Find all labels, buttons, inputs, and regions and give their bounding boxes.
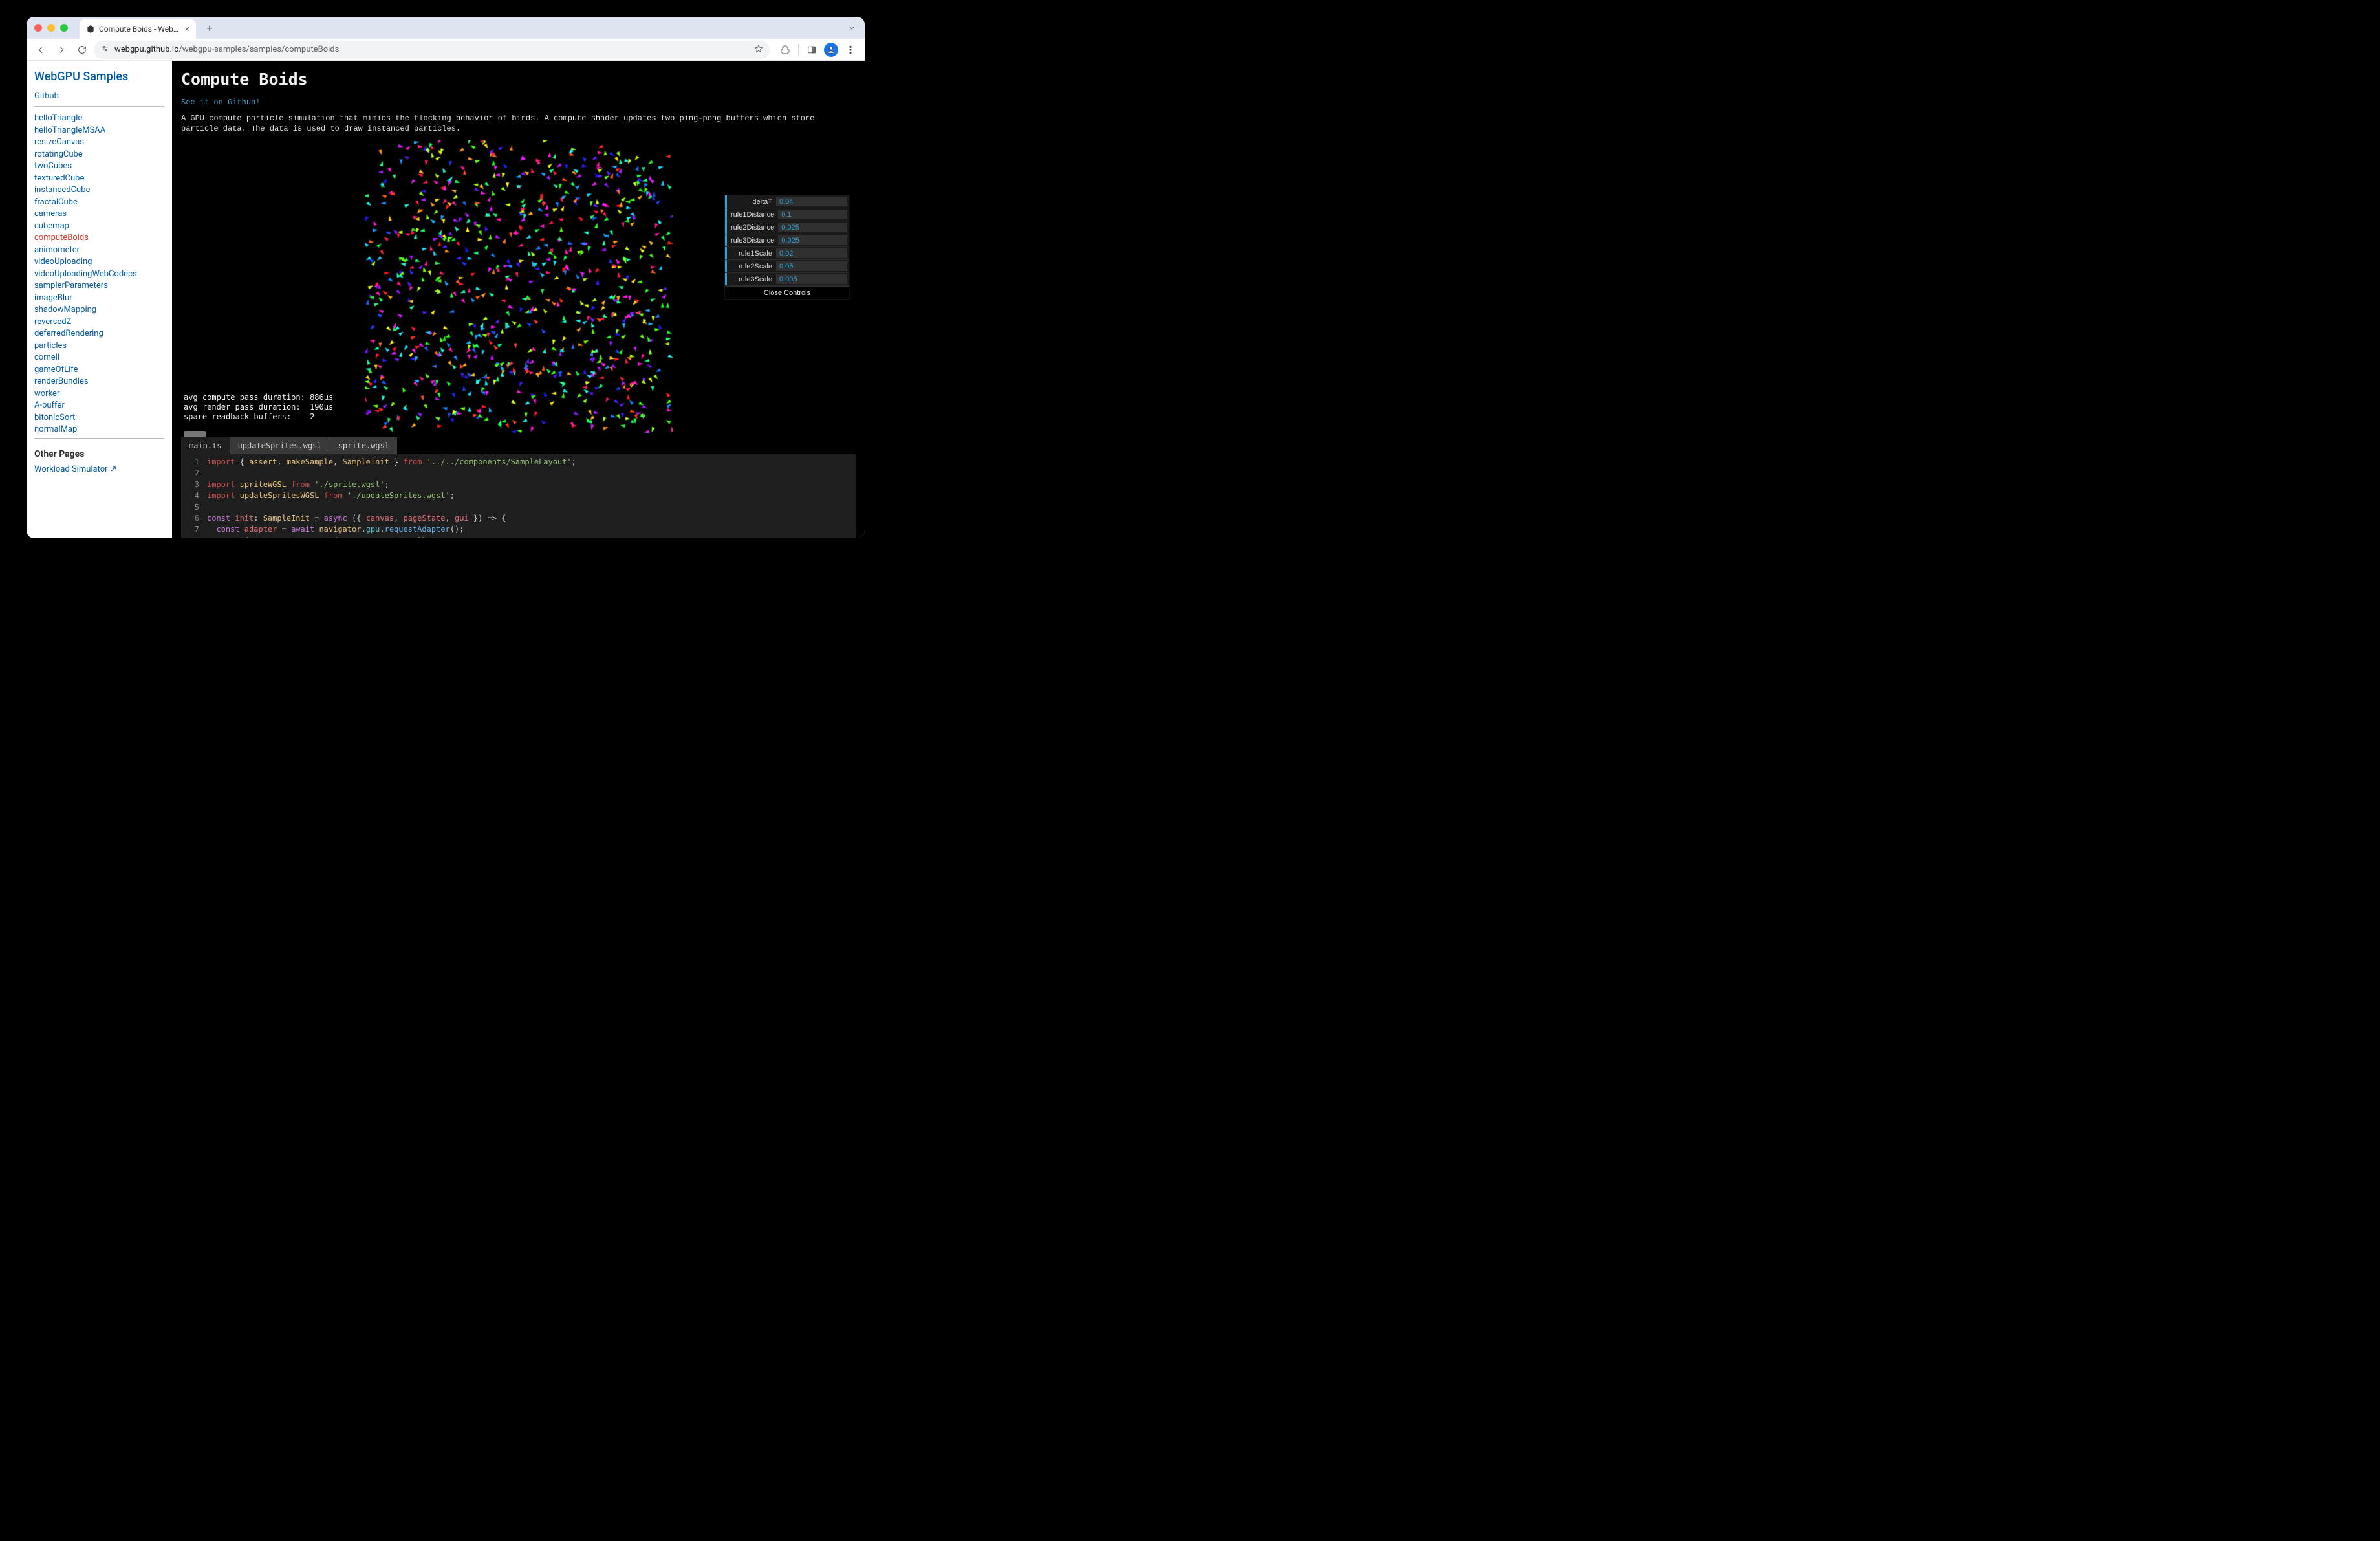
- nav-item-bitonicSort[interactable]: bitonicSort: [34, 413, 75, 422]
- nav-item-cornell[interactable]: cornell: [34, 353, 60, 362]
- gui-value-input[interactable]: 0.005: [776, 274, 847, 284]
- nav-item-twoCubes[interactable]: twoCubes: [34, 161, 72, 171]
- toolbar: webgpu.github.io/webgpu-samples/samples/…: [27, 39, 865, 61]
- browser-tab[interactable]: Compute Boids - WebGPU S ×: [80, 19, 196, 39]
- url-text: webgpu.github.io/webgpu-samples/samples/…: [114, 45, 339, 54]
- reload-button[interactable]: [73, 41, 91, 59]
- sidebar[interactable]: WebGPU Samples Github helloTrianglehello…: [27, 61, 172, 538]
- page-title: Compute Boids: [181, 70, 856, 89]
- gui-row-rule2Distance[interactable]: rule2Distance0.025: [725, 221, 849, 234]
- nav-item-instancedCube[interactable]: instancedCube: [34, 185, 90, 195]
- nav-item-videoUploading[interactable]: videoUploading: [34, 257, 92, 267]
- nav-item-particles[interactable]: particles: [34, 341, 67, 351]
- zoom-window-icon[interactable]: [60, 24, 68, 32]
- gui-row-rule3Distance[interactable]: rule3Distance0.025: [725, 234, 849, 247]
- nav-item-shadowMapping[interactable]: shadowMapping: [34, 305, 96, 314]
- gui-row-rule1Scale[interactable]: rule1Scale0.02: [725, 247, 849, 260]
- gui-row-rule3Scale[interactable]: rule3Scale0.005: [725, 273, 849, 286]
- nav-item-cubemap[interactable]: cubemap: [34, 221, 69, 231]
- new-tab-button[interactable]: +: [201, 19, 218, 36]
- gui-row-rule2Scale[interactable]: rule2Scale0.05: [725, 260, 849, 273]
- gui-value-input[interactable]: 0.025: [778, 235, 847, 245]
- gui-row-deltaT[interactable]: deltaT0.04: [725, 195, 849, 208]
- gui-value-input[interactable]: 0.025: [778, 223, 847, 232]
- gui-value-input[interactable]: 0.1: [778, 210, 847, 219]
- nav-item-texturedCube[interactable]: texturedCube: [34, 173, 84, 183]
- gui-label: rule1Distance: [727, 211, 778, 219]
- toolbar-separator: [798, 44, 799, 56]
- nav-item-imageBlur[interactable]: imageBlur: [34, 293, 72, 303]
- forward-button[interactable]: [52, 41, 70, 59]
- gui-value-input[interactable]: 0.05: [776, 261, 847, 271]
- browser-window: Compute Boids - WebGPU S × + webgpu.gith…: [27, 17, 865, 538]
- code-tabs: main.tsupdateSprites.wgslsprite.wgsl: [181, 437, 856, 454]
- code-editor[interactable]: 123456789101112 import { assert, makeSam…: [181, 454, 856, 538]
- github-link[interactable]: Github: [34, 91, 164, 101]
- profile-avatar[interactable]: [822, 41, 840, 59]
- gui-label: rule3Scale: [727, 276, 776, 283]
- page-content: WebGPU Samples Github helloTrianglehello…: [27, 61, 865, 538]
- side-panel-icon[interactable]: [803, 41, 821, 59]
- address-bar[interactable]: webgpu.github.io/webgpu-samples/samples/…: [94, 41, 770, 59]
- close-tab-icon[interactable]: ×: [185, 25, 189, 34]
- nav-item-helloTriangle[interactable]: helloTriangle: [34, 113, 82, 123]
- bookmark-icon[interactable]: [754, 44, 763, 56]
- nav-item-deferredRendering[interactable]: deferredRendering: [34, 329, 103, 338]
- other-pages-header: Other Pages: [34, 449, 164, 459]
- nav-item-A-buffer[interactable]: A-buffer: [34, 400, 65, 410]
- perf-stats: avg compute pass duration: 886µs avg ren…: [184, 393, 333, 422]
- see-on-github-link[interactable]: See it on Github!: [181, 98, 856, 107]
- nav-item-videoUploadingWebCodecs[interactable]: videoUploadingWebCodecs: [34, 269, 137, 279]
- sample-list: helloTriangle helloTriangleMSAA resizeCanv…: [34, 113, 164, 434]
- minimize-window-icon[interactable]: [47, 24, 55, 32]
- gui-label: rule1Scale: [727, 250, 776, 257]
- gui-label: rule3Distance: [727, 237, 778, 245]
- other-page-link[interactable]: Workload Simulator ↗: [34, 464, 117, 474]
- code-tab-main.ts[interactable]: main.ts: [181, 437, 230, 454]
- nav-item-samplerParameters[interactable]: samplerParameters: [34, 281, 108, 290]
- back-button[interactable]: [32, 41, 50, 59]
- nav-item-normalMap[interactable]: normalMap: [34, 424, 77, 434]
- source-panel: main.tsupdateSprites.wgslsprite.wgsl 123…: [181, 431, 856, 538]
- page-description: A GPU compute particle simulation that m…: [181, 113, 856, 134]
- gui-label: rule2Distance: [727, 224, 778, 232]
- extensions-icon[interactable]: [776, 41, 794, 59]
- nav-item-renderBundles[interactable]: renderBundles: [34, 377, 89, 386]
- nav-item-helloTriangleMSAA[interactable]: helloTriangleMSAA: [34, 126, 105, 135]
- nav-item-reversedZ[interactable]: reversedZ: [34, 317, 71, 327]
- tab-favicon: [86, 25, 95, 34]
- nav-item-animometer[interactable]: animometer: [34, 245, 80, 255]
- close-window-icon[interactable]: [34, 24, 42, 32]
- gui-row-rule1Distance[interactable]: rule1Distance0.1: [725, 208, 849, 221]
- nav-item-resizeCanvas[interactable]: resizeCanvas: [34, 137, 84, 147]
- titlebar: Compute Boids - WebGPU S × +: [27, 17, 865, 39]
- gui-label: deltaT: [727, 198, 776, 206]
- sidebar-divider: [34, 438, 164, 439]
- tab-title: Compute Boids - WebGPU S: [99, 25, 178, 34]
- code-tab-updateSprites.wgsl[interactable]: updateSprites.wgsl: [230, 437, 330, 454]
- other-pages-list: Workload Simulator ↗: [34, 464, 164, 474]
- nav-item-gameOfLife[interactable]: gameOfLife: [34, 365, 78, 375]
- window-controls: [34, 24, 68, 32]
- nav-item-rotatingCube[interactable]: rotatingCube: [34, 149, 83, 159]
- gui-value-input[interactable]: 0.02: [776, 248, 847, 258]
- main-panel: Compute Boids See it on Github! A GPU co…: [172, 61, 865, 538]
- nav-item-fractalCube[interactable]: fractalCube: [34, 197, 78, 207]
- nav-item-computeBoids[interactable]: computeBoids: [34, 233, 89, 243]
- tabs-dropdown-icon[interactable]: [844, 20, 860, 36]
- code-tab-sprite.wgsl[interactable]: sprite.wgsl: [330, 437, 398, 454]
- boids-canvas: [365, 140, 673, 433]
- menu-icon[interactable]: [841, 41, 860, 59]
- gui-panel[interactable]: deltaT0.04rule1Distance0.1rule2Distance0…: [725, 195, 849, 299]
- gui-value-input[interactable]: 0.04: [776, 197, 847, 206]
- drag-handle[interactable]: [184, 431, 206, 437]
- brand-title: WebGPU Samples: [34, 70, 164, 83]
- gui-label: rule2Scale: [727, 263, 776, 270]
- sidebar-divider: [34, 106, 164, 107]
- nav-item-cameras[interactable]: cameras: [34, 209, 67, 219]
- site-settings-icon[interactable]: [100, 44, 109, 56]
- nav-item-worker[interactable]: worker: [34, 389, 60, 399]
- gui-close-button[interactable]: Close Controls: [725, 286, 849, 299]
